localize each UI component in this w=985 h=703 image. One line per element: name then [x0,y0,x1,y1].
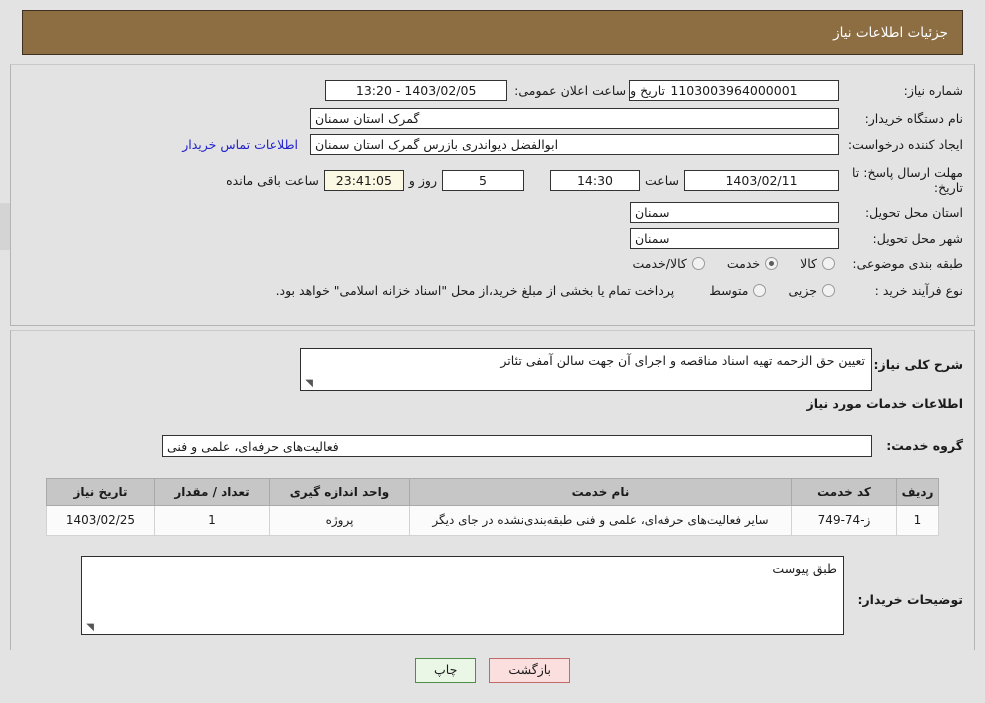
deadline-row: مهلت ارسال پاسخ: تا تاریخ: 1403/02/11 سا… [221,165,963,195]
col-date: تاریخ نیاز [46,478,155,506]
col-quantity: تعداد / مقدار [154,478,270,506]
radio-icon[interactable] [765,257,779,270]
category-label: طبقه بندی موضوعی: [852,256,963,271]
need-number-row: شماره نیاز: 1103003964000001 [629,80,963,101]
services-table: ردیف کد خدمت نام خدمت واحد اندازه گیری ت… [46,478,939,537]
deadline-label: مهلت ارسال پاسخ: تا تاریخ: [852,165,963,195]
radio-icon[interactable] [822,257,835,270]
col-name: نام خدمت [409,478,792,506]
category-option-kala[interactable]: کالا [800,256,835,271]
back-button[interactable]: بازگشت [489,658,571,683]
buyer-org-row: نام دستگاه خریدار: گمرک استان سمنان [310,108,963,129]
announce-date-value: 1403/02/05 - 13:20 [325,80,508,101]
process-type-label: نوع فرآیند خرید : [874,283,963,298]
cell-date: 1403/02/25 [46,504,155,537]
announce-date-label: تاریخ و ساعت اعلان عمومی: [514,83,665,98]
buyer-org-value: گمرک استان سمنان [310,108,839,129]
buyer-notes-label: توضیحات خریدار: [857,592,963,607]
col-unit: واحد اندازه گیری [269,478,410,506]
buyer-contact-link[interactable]: اطلاعات تماس خریدار [178,137,302,152]
cell-unit: پروژه [269,504,410,537]
deadline-time-label: ساعت [644,172,679,188]
cell-index: 1 [896,504,939,537]
delivery-province-label: استان محل تحویل: [864,205,963,220]
buyer-notes-textarea[interactable]: طبق پیوست ◥ [81,556,844,635]
deadline-date-value: 1403/02/11 [684,169,839,191]
delivery-province-row: استان محل تحویل: سمنان [630,202,963,223]
category-option-label: کالا/خدمت [632,256,687,271]
deadline-time-value: 14:30 [549,169,640,191]
category-option-label: خدمت [726,256,761,271]
category-option-kala-khedmat[interactable]: کالا/خدمت [632,256,705,271]
table-row: 1 ز-74-749 سایر فعالیت‌های حرفه‌ای، علمی… [46,504,939,537]
table-header-row: ردیف کد خدمت نام خدمت واحد اندازه گیری ت… [46,478,939,506]
resize-grip-icon[interactable]: ◥ [84,623,94,633]
creator-value: ابوالفضل دیواندری بازرس گمرک استان سمنان [310,134,839,155]
print-button[interactable]: چاپ [415,658,477,683]
remaining-days-label: روز و [408,172,437,188]
cell-quantity: 1 [154,504,270,537]
service-group-label: گروه خدمت: [886,438,963,453]
description-label: شرح کلی نیاز: [873,357,963,372]
creator-label: ایجاد کننده درخواست: [847,137,963,152]
page-header: جزئیات اطلاعات نیاز [22,10,963,55]
category-option-khedmat[interactable]: خدمت [726,256,779,271]
resize-grip-icon[interactable]: ◥ [303,379,313,389]
delivery-city-value: سمنان [630,228,839,249]
services-heading: اطلاعات خدمات مورد نیاز [806,396,964,411]
process-type-row: نوع فرآیند خرید : جزیی متوسط پرداخت تمام… [271,283,963,298]
category-radio-group[interactable]: کالا خدمت کالا/خدمت [610,256,835,271]
col-code: کد خدمت [791,478,897,506]
description-value: تعیین حق الزحمه تهیه اسناد مناقصه و اجرا… [500,353,865,368]
process-option-motavaset[interactable]: متوسط [709,283,767,298]
cell-name: سایر فعالیت‌های حرفه‌ای، علمی و فنی طبقه… [409,504,792,537]
category-option-label: کالا [800,256,817,271]
action-button-bar: بازگشت چاپ [0,658,985,683]
description-textarea[interactable]: تعیین حق الزحمه تهیه اسناد مناقصه و اجرا… [300,348,872,391]
process-option-label: جزیی [788,283,817,298]
treasury-note: پرداخت تمام یا بخشی از مبلغ خرید،از محل … [275,283,675,298]
buyer-notes-value: طبق پیوست [772,561,837,576]
cell-code: ز-74-749 [791,504,897,537]
service-group-value: فعالیت‌های حرفه‌ای، علمی و فنی [162,435,872,457]
delivery-city-row: شهر محل تحویل: سمنان [630,228,963,249]
buyer-org-label: نام دستگاه خریدار: [864,111,963,126]
countdown-timer: 23:41:05 [323,169,404,191]
radio-icon[interactable] [753,284,767,297]
category-row: طبقه بندی موضوعی: کالا خدمت کالا/خدمت [610,256,963,271]
delivery-province-value: سمنان [630,202,839,223]
radio-icon[interactable] [822,284,835,297]
remaining-hours-label: ساعت باقی مانده [226,172,319,188]
process-option-label: متوسط [709,283,749,298]
process-radio-group[interactable]: جزیی متوسط [687,283,835,298]
announce-date-row: تاریخ و ساعت اعلان عمومی: 1403/02/05 - 1… [325,80,665,101]
process-option-jozei[interactable]: جزیی [788,283,835,298]
radio-icon[interactable] [691,257,705,270]
remaining-days-value: 5 [441,169,524,191]
page-title: جزئیات اطلاعات نیاز [833,24,948,41]
delivery-city-label: شهر محل تحویل: [872,231,963,246]
col-index: ردیف [896,478,939,506]
need-number-label: شماره نیاز: [903,83,963,98]
creator-row: ایجاد کننده درخواست: ابوالفضل دیواندری ب… [178,134,963,155]
